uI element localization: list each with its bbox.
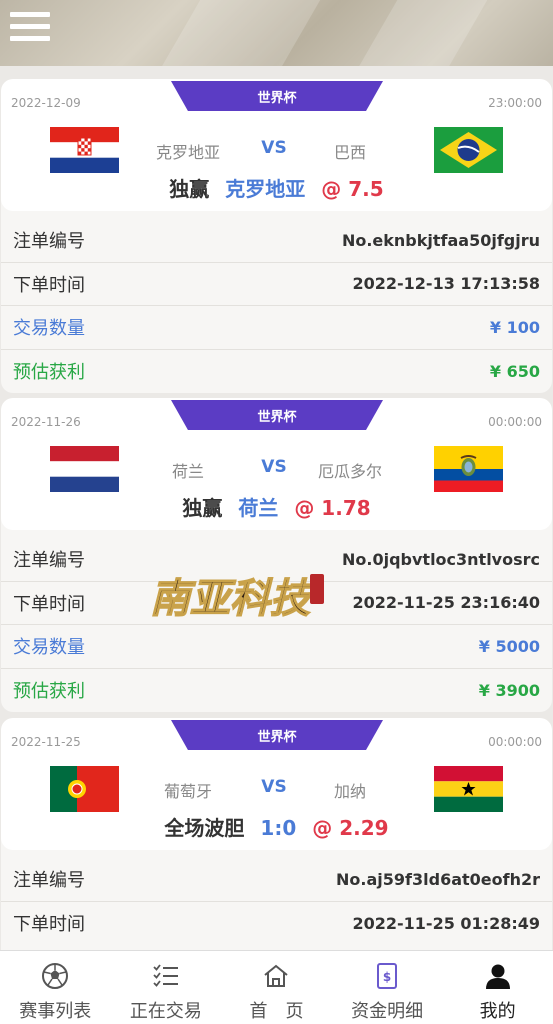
home-team-name: 葡萄牙 bbox=[163, 782, 212, 801]
league-tag: 世界杯 bbox=[171, 720, 383, 750]
home-team-name: 荷兰 bbox=[171, 462, 204, 481]
bet-type: 全场波胆 bbox=[164, 816, 245, 840]
order-time-row: 下单时间 2022-11-25 23:16:40 bbox=[1, 582, 552, 625]
menu-icon[interactable] bbox=[10, 12, 50, 48]
profit-row: 预估获利 ¥ 650 bbox=[1, 350, 552, 394]
quantity-label: 交易数量 bbox=[13, 637, 85, 659]
match-date: 2022-12-09 bbox=[11, 96, 81, 110]
order-no-row: 注单编号 No.0jqbvtloc3ntlvosrc bbox=[1, 538, 552, 582]
ecuador-flag-icon bbox=[434, 446, 503, 492]
profit-row: 预估获利 ¥ 3900 bbox=[1, 669, 552, 713]
ghana-flag-icon bbox=[434, 766, 503, 812]
order-no-label: 注单编号 bbox=[13, 231, 85, 253]
match-time: 00:00:00 bbox=[488, 735, 542, 749]
order-time-value: 2022-12-13 17:13:58 bbox=[352, 274, 540, 294]
match-time: 23:00:00 bbox=[488, 96, 542, 110]
brazil-flag-icon bbox=[434, 127, 503, 173]
order-details: 注单编号 No.0jqbvtloc3ntlvosrc 下单时间 2022-11-… bbox=[1, 538, 552, 712]
away-team-name: 加纳 bbox=[333, 782, 366, 801]
quantity-value: ¥ 100 bbox=[489, 317, 540, 337]
tab-label: 我的 bbox=[479, 1001, 516, 1022]
tab-label: 首 页 bbox=[249, 1001, 304, 1022]
bet-summary: 独赢 克罗地亚 @ 7.5 bbox=[1, 173, 552, 202]
tab-label: 资金明细 bbox=[351, 1001, 424, 1022]
league-tag: 世界杯 bbox=[171, 81, 383, 111]
tab-home[interactable]: 首 页 bbox=[221, 951, 332, 1024]
order-time-row: 下单时间 2022-12-13 17:13:58 bbox=[1, 263, 552, 306]
order-list: 世界杯 2022-12-09 23:00:00 克罗地亚 VS 巴西 独赢 克罗… bbox=[0, 76, 553, 950]
bet-odds: @ 1.78 bbox=[294, 496, 371, 520]
tab-trading[interactable]: 正在交易 bbox=[111, 951, 222, 1024]
profit-value: ¥ 3900 bbox=[478, 680, 540, 700]
tab-profile[interactable]: 我的 bbox=[442, 951, 553, 1024]
bet-pick: 1:0 bbox=[260, 816, 297, 840]
order-card: 世界杯 2022-12-09 23:00:00 克罗地亚 VS 巴西 独赢 克罗… bbox=[1, 79, 552, 393]
away-team-name: 厄瓜多尔 bbox=[317, 462, 382, 481]
order-no-value: No.aj59f3ld6at0eofh2r bbox=[336, 869, 540, 889]
order-details: 注单编号 No.aj59f3ld6at0eofh2r 下单时间 2022-11-… bbox=[1, 858, 552, 945]
profit-label: 预估获利 bbox=[13, 681, 85, 703]
match-info: 世界杯 2022-11-26 00:00:00 荷兰 VS 厄瓜多尔 独赢 荷兰… bbox=[1, 398, 552, 530]
user-icon bbox=[483, 961, 513, 991]
profit-label: 预估获利 bbox=[13, 362, 85, 384]
quantity-row: 交易数量 ¥ 5000 bbox=[1, 625, 552, 669]
league-tag: 世界杯 bbox=[171, 400, 383, 430]
order-no-label: 注单编号 bbox=[13, 870, 85, 892]
order-time-label: 下单时间 bbox=[13, 274, 85, 296]
match-time: 00:00:00 bbox=[488, 415, 542, 429]
bet-pick: 克罗地亚 bbox=[225, 177, 306, 201]
top-header bbox=[0, 0, 553, 66]
croatia-flag-icon bbox=[50, 127, 119, 173]
home-team-name: 克罗地亚 bbox=[155, 143, 220, 162]
match-date: 2022-11-26 bbox=[11, 415, 81, 429]
bottom-tab-bar: 赛事列表 正在交易 首 页 $ 资金明细 我的 bbox=[0, 950, 553, 1024]
quantity-label: 交易数量 bbox=[13, 318, 85, 340]
order-time-label: 下单时间 bbox=[13, 593, 85, 615]
quantity-row: 交易数量 ¥ 100 bbox=[1, 306, 552, 350]
svg-text:$: $ bbox=[383, 970, 391, 984]
bet-summary: 独赢 荷兰 @ 1.78 bbox=[1, 492, 552, 521]
tab-match-list[interactable]: 赛事列表 bbox=[0, 951, 111, 1024]
match-info: 世界杯 2022-12-09 23:00:00 克罗地亚 VS 巴西 独赢 克罗… bbox=[1, 79, 552, 211]
checklist-icon bbox=[151, 961, 181, 991]
header-decoration bbox=[345, 0, 505, 66]
order-time-value: 2022-11-25 23:16:40 bbox=[352, 593, 540, 613]
order-card: 世界杯 2022-11-25 00:00:00 葡萄牙 VS 加纳 全场波胆 1… bbox=[1, 718, 552, 950]
order-time-row: 下单时间 2022-11-25 01:28:49 bbox=[1, 902, 552, 946]
bet-pick: 荷兰 bbox=[238, 496, 279, 520]
order-no-row: 注单编号 No.eknbkjtfaa50jfgjru bbox=[1, 219, 552, 263]
bet-summary: 全场波胆 1:0 @ 2.29 bbox=[1, 812, 552, 841]
home-icon bbox=[261, 961, 291, 991]
order-details: 注单编号 No.eknbkjtfaa50jfgjru 下单时间 2022-12-… bbox=[1, 219, 552, 393]
away-team-name: 巴西 bbox=[333, 143, 366, 162]
quantity-value: ¥ 5000 bbox=[478, 636, 540, 656]
bet-type: 独赢 bbox=[169, 177, 210, 201]
tab-funds[interactable]: $ 资金明细 bbox=[332, 951, 443, 1024]
order-time-value: 2022-11-25 01:28:49 bbox=[352, 913, 540, 933]
profit-value: ¥ 650 bbox=[489, 361, 540, 381]
order-card: 世界杯 2022-11-26 00:00:00 荷兰 VS 厄瓜多尔 独赢 荷兰… bbox=[1, 398, 552, 712]
match-date: 2022-11-25 bbox=[11, 735, 81, 749]
order-time-label: 下单时间 bbox=[13, 914, 85, 936]
bet-odds: @ 2.29 bbox=[312, 816, 389, 840]
order-no-value: No.eknbkjtfaa50jfgjru bbox=[341, 230, 540, 250]
money-document-icon: $ bbox=[372, 961, 402, 991]
portugal-flag-icon bbox=[50, 766, 119, 812]
match-info: 世界杯 2022-11-25 00:00:00 葡萄牙 VS 加纳 全场波胆 1… bbox=[1, 718, 552, 850]
order-no-row: 注单编号 No.aj59f3ld6at0eofh2r bbox=[1, 858, 552, 902]
header-decoration bbox=[148, 0, 332, 66]
bet-type: 独赢 bbox=[182, 496, 223, 520]
tab-label: 赛事列表 bbox=[19, 1001, 92, 1022]
tab-label: 正在交易 bbox=[129, 1001, 202, 1022]
netherlands-flag-icon bbox=[50, 446, 119, 492]
order-no-label: 注单编号 bbox=[13, 550, 85, 572]
order-no-value: No.0jqbvtloc3ntlvosrc bbox=[342, 549, 540, 569]
bet-odds: @ 7.5 bbox=[321, 177, 384, 201]
soccer-ball-icon bbox=[40, 961, 70, 991]
